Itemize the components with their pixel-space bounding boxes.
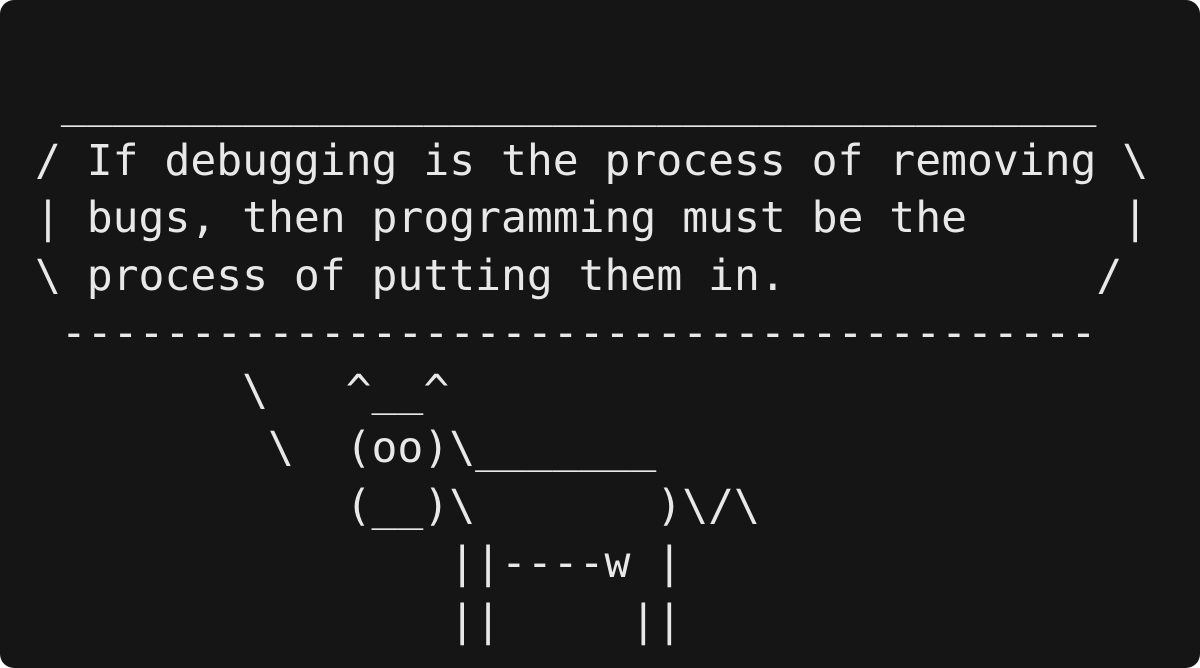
cow-art-line-5: || || (35, 595, 683, 646)
speech-bubble-line-1: / If debugging is the process of removin… (35, 135, 1149, 186)
speech-bubble-line-3: \ process of putting them in. / (35, 250, 1123, 301)
terminal-window: ________________________________________… (0, 0, 1200, 668)
speech-bubble-top-border: ________________________________________ (35, 78, 1097, 128)
cowsay-output: ________________________________________… (35, 75, 1148, 650)
cow-art-line-4: ||----w | (35, 538, 683, 588)
speech-bubble-line-2: | bugs, then programming must be the | (35, 193, 1149, 243)
cow-art-line-1: \ ^__^ (35, 365, 450, 416)
cow-art-line-2: \ (oo)\_______ (35, 423, 657, 473)
speech-bubble-bottom-border: ---------------------------------------- (35, 308, 1097, 358)
cow-art-line-3: (__)\ )\/\ (35, 480, 760, 531)
